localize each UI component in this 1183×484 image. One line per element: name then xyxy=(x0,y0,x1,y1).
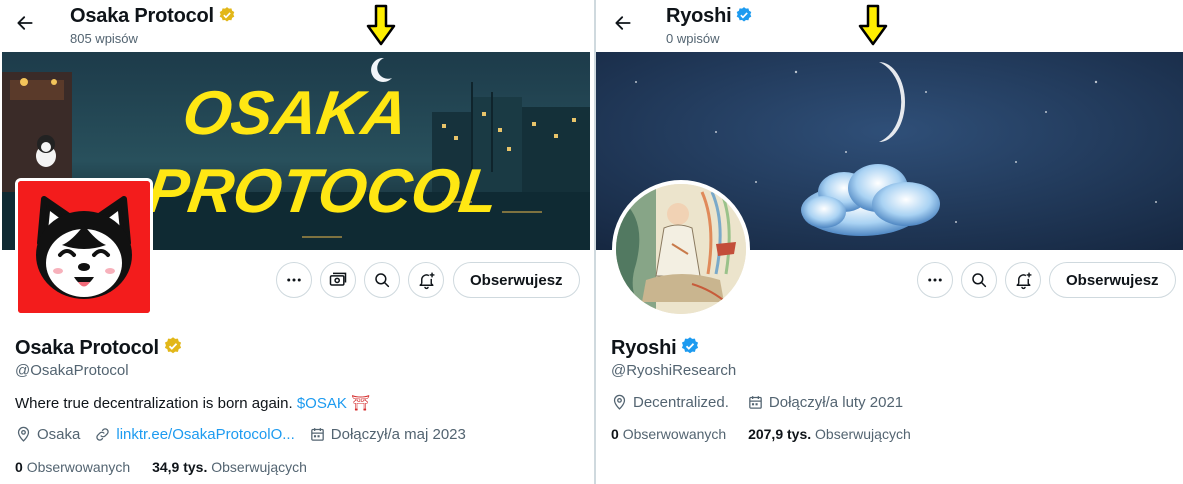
calendar-icon xyxy=(749,396,762,409)
blue-verified-badge-icon xyxy=(737,7,752,22)
header-title: Ryoshi xyxy=(666,5,732,27)
location-pin-icon xyxy=(17,426,30,442)
bell-plus-icon xyxy=(1015,272,1031,289)
more-options-button[interactable] xyxy=(276,262,312,298)
posts-count: 805 wpisów xyxy=(70,31,138,46)
followers-stat[interactable]: 34,9 tys. Obserwujących xyxy=(152,459,307,475)
profile-stats: 0 Obserwowanych 207,9 tys. Obserwujących xyxy=(611,426,911,442)
yellow-down-arrow-icon xyxy=(858,4,888,46)
location-pin-icon xyxy=(613,394,626,410)
search-profile-button[interactable] xyxy=(961,262,997,298)
more-dots-icon xyxy=(287,278,301,282)
osaka-profile-panel: Osaka Protocol 805 wpisów OSAKA PROTOCOL… xyxy=(0,0,594,484)
profile-actions: Obserwujesz xyxy=(596,262,1183,298)
more-options-button[interactable] xyxy=(917,262,953,298)
following-count: 0 xyxy=(611,426,619,442)
profile-location: Decentralized. xyxy=(633,394,729,411)
search-profile-button[interactable] xyxy=(364,262,400,298)
followers-label: Obserwujących xyxy=(211,459,307,475)
header-title-row: Ryoshi xyxy=(666,5,753,28)
profile-handle: @RyoshiResearch xyxy=(611,362,737,379)
banner-text-line2: PROTOCOL xyxy=(143,157,503,226)
back-arrow-icon xyxy=(17,16,33,30)
profile-joined-date: Dołączył/a maj 2023 xyxy=(330,426,466,443)
following-label: Obserwowanych xyxy=(622,426,727,442)
header-title: Osaka Protocol xyxy=(70,5,214,27)
bio-cashtag-link[interactable]: $OSAK xyxy=(297,395,347,412)
calendar-icon xyxy=(310,428,324,441)
followers-count: 34,9 tys. xyxy=(152,459,208,475)
following-button[interactable]: Obserwujesz xyxy=(1049,262,1176,298)
ryoshi-profile-panel: Ryoshi 0 wpisów Obserwujesz Ryoshi @Ryos… xyxy=(596,0,1183,484)
bio-text: Where true decentralization is born agai… xyxy=(15,395,293,412)
profile-actions: Obserwujesz xyxy=(0,262,594,298)
following-label: Obserwowanych xyxy=(26,459,131,475)
followers-count: 207,9 tys. xyxy=(748,426,812,442)
link-icon xyxy=(96,428,110,441)
profile-meta-row: Decentralized. Dołączył/a luty 2021 xyxy=(611,394,903,411)
torii-gate-emoji: ⛩ xyxy=(351,395,371,412)
blue-verified-badge-icon xyxy=(682,337,699,354)
following-stat[interactable]: 0 Obserwowanych xyxy=(15,459,130,475)
back-button[interactable] xyxy=(610,10,636,36)
back-arrow-icon xyxy=(615,16,631,30)
banner-text-line1: OSAKA xyxy=(179,79,413,148)
notifications-button[interactable] xyxy=(408,262,444,298)
profile-website-link[interactable]: linktr.ee/OsakaProtocolO... xyxy=(116,426,294,443)
following-button[interactable]: Obserwujesz xyxy=(453,262,580,298)
profile-bio: Where true decentralization is born agai… xyxy=(15,394,370,412)
profile-joined-date: Dołączył/a luty 2021 xyxy=(768,394,904,411)
posts-count: 0 wpisów xyxy=(666,31,720,46)
gold-verified-badge-icon xyxy=(219,7,235,22)
subscribe-button[interactable] xyxy=(320,262,356,298)
subscription-cash-icon xyxy=(329,272,347,286)
search-icon xyxy=(972,273,987,288)
bell-plus-icon xyxy=(418,272,434,289)
profile-header: Ryoshi 0 wpisów xyxy=(596,0,1183,52)
profile-handle: @OsakaProtocol xyxy=(15,362,129,379)
profile-meta-row: Osaka linktr.ee/OsakaProtocolO... Dołącz… xyxy=(15,426,466,443)
profile-display-name: Ryoshi xyxy=(611,337,677,359)
more-dots-icon xyxy=(928,278,942,282)
back-button[interactable] xyxy=(12,10,38,36)
profile-stats: 0 Obserwowanych 34,9 tys. Obserwujących xyxy=(15,459,307,475)
profile-name-row: Ryoshi xyxy=(611,336,700,360)
header-title-row: Osaka Protocol xyxy=(70,5,236,28)
profile-display-name: Osaka Protocol xyxy=(15,337,159,359)
profile-name-row: Osaka Protocol xyxy=(15,336,183,360)
following-stat[interactable]: 0 Obserwowanych xyxy=(611,426,726,442)
notifications-button[interactable] xyxy=(1005,262,1041,298)
following-count: 0 xyxy=(15,459,23,475)
gold-verified-badge-icon xyxy=(164,337,182,354)
followers-label: Obserwujących xyxy=(815,426,911,442)
profile-header: Osaka Protocol 805 wpisów xyxy=(0,0,594,52)
followers-stat[interactable]: 207,9 tys. Obserwujących xyxy=(748,426,911,442)
search-icon xyxy=(375,273,390,288)
yellow-down-arrow-icon xyxy=(366,4,396,46)
profile-location: Osaka xyxy=(37,426,81,443)
